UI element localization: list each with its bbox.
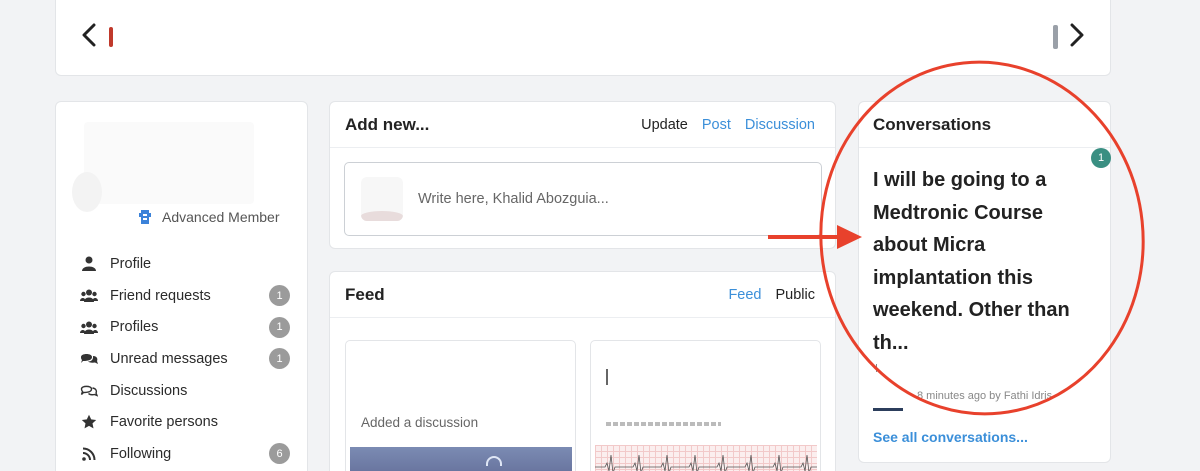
count-badge: 6 — [269, 443, 290, 465]
conversation-preview[interactable]: I will be going to a Medtronic Course ab… — [873, 164, 1095, 359]
sidebar-item-profiles[interactable]: Profiles 1 — [80, 311, 290, 343]
user-icon — [80, 255, 98, 273]
feed-item[interactable]: Added a discussion — [345, 340, 576, 471]
sidebar-item-following[interactable]: Following 6 — [80, 438, 290, 470]
tab-feed[interactable]: Feed — [728, 287, 761, 303]
carousel-thumbnail[interactable] — [109, 27, 113, 47]
sidebar-item-label: Friend requests — [110, 287, 211, 304]
tab-discussion[interactable]: Discussion — [745, 117, 815, 133]
chevron-right-icon — [1070, 23, 1084, 47]
sidebar-item-label: Following — [110, 445, 172, 462]
feed-item-avatar — [606, 369, 608, 385]
sidebar-item-label: Profiles — [110, 319, 159, 336]
member-rank-icon — [139, 210, 151, 224]
feed-item-action: Added a discussion — [361, 415, 479, 430]
sidebar-menu: Profile Friend requests 1 Profiles 1 Unr… — [80, 248, 290, 470]
feed-tabs: Feed Public — [728, 287, 815, 303]
divider — [859, 147, 1110, 148]
feed-image-detail — [486, 456, 502, 466]
conversations-title: Conversations — [873, 114, 992, 134]
add-new-title: Add new... — [345, 114, 430, 134]
chat-bubbles-icon — [80, 350, 98, 368]
member-rank-label: Advanced Member — [162, 209, 280, 225]
feed-title: Feed — [345, 284, 385, 304]
conversation-meta: 8 minutes ago by Fathi Idris — [917, 390, 1053, 402]
add-new-tabs: Update Post Discussion — [641, 117, 815, 133]
sidebar-item-favorite-persons[interactable]: Favorite persons — [80, 406, 290, 438]
divider — [330, 147, 835, 148]
profile-cover[interactable] — [84, 122, 254, 204]
see-all-conversations-link[interactable]: See all conversations... — [873, 429, 1028, 445]
sidebar-item-friend-requests[interactable]: Friend requests 1 — [80, 280, 290, 312]
avatar[interactable] — [72, 172, 102, 212]
sidebar-item-label: Favorite persons — [110, 414, 218, 431]
feed-item-image[interactable] — [595, 445, 817, 471]
member-rank: Advanced Member — [138, 209, 280, 225]
feed-panel: Feed Feed Public Added a discussion — [329, 271, 836, 471]
sidebar-item-label: Unread messages — [110, 350, 228, 367]
chevron-left-icon — [82, 23, 96, 47]
profile-sidebar: Advanced Member Profile Friend requests … — [55, 101, 308, 471]
ecg-trace — [595, 454, 817, 471]
count-badge: 1 — [269, 285, 290, 307]
sidebar-item-discussions[interactable]: Discussions — [80, 375, 290, 407]
discussions-icon — [80, 382, 98, 400]
carousel-thumbnail[interactable] — [1053, 25, 1058, 49]
tab-post[interactable]: Post — [702, 117, 731, 133]
add-new-panel: Add new... Update Post Discussion Write … — [329, 101, 836, 249]
sidebar-item-profile[interactable]: Profile — [80, 248, 290, 280]
count-badge: 1 — [269, 316, 290, 338]
carousel-prev-button[interactable] — [74, 20, 104, 50]
divider — [873, 408, 903, 411]
divider — [330, 317, 835, 318]
sidebar-item-label: Discussions — [110, 382, 188, 399]
tab-public[interactable]: Public — [776, 287, 816, 303]
carousel-next-button[interactable] — [1062, 20, 1092, 50]
feed-item-image[interactable] — [350, 447, 572, 471]
conversation-avatar — [876, 364, 877, 372]
count-badge: 1 — [269, 348, 290, 370]
carousel — [55, 0, 1111, 76]
sidebar-item-label: Profile — [110, 255, 152, 272]
sidebar-item-unread-messages[interactable]: Unread messages 1 — [80, 343, 290, 375]
avatar — [361, 177, 403, 221]
rss-icon — [80, 445, 98, 463]
star-icon — [80, 413, 98, 431]
feed-item[interactable] — [590, 340, 821, 471]
conversations-panel: Conversations 1 I will be going to a Med… — [858, 101, 1111, 463]
users-icon — [80, 318, 98, 336]
composer-placeholder: Write here, Khalid Abozguia... — [418, 191, 609, 207]
post-composer-input[interactable]: Write here, Khalid Abozguia... — [344, 162, 822, 236]
users-icon — [80, 287, 98, 305]
tab-update[interactable]: Update — [641, 117, 688, 133]
feed-item-action-truncated — [606, 422, 721, 426]
